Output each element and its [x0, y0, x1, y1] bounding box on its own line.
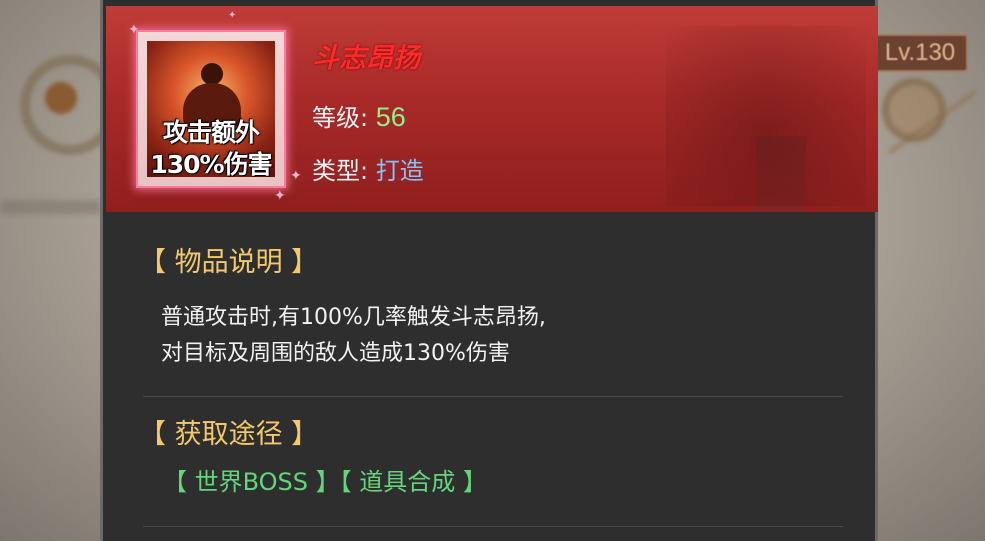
item-type-value: 打造	[375, 157, 424, 185]
background-bar	[0, 200, 100, 214]
icon-figure-head	[201, 63, 223, 85]
flame-warrior-icon: 攻击额外 130%伤害	[147, 41, 275, 177]
sparkle-icon: ✦	[274, 188, 286, 204]
item-type-row: 类型: 打造	[312, 151, 424, 186]
item-level-value: 56	[375, 102, 406, 132]
item-name: 斗志昂扬	[312, 43, 420, 74]
item-header: 攻击额外 130%伤害 ✦ ✦ ✦ ✦ 斗志昂扬 等级: 56 类型: 打造	[106, 6, 878, 212]
background-level-badge: Lv.130	[872, 34, 968, 72]
description-line2: 对目标及周围的敌人造成130%伤害	[161, 341, 510, 366]
section-divider	[143, 526, 843, 527]
sparkle-icon: ✦	[128, 22, 140, 38]
item-type-label: 类型:	[312, 157, 369, 185]
item-level-label: 等级:	[312, 104, 369, 132]
icon-text-line2: 130%伤害	[150, 150, 272, 177]
item-icon-frame[interactable]: 攻击额外 130%伤害	[136, 30, 286, 188]
description-line1: 普通攻击时,有100%几率触发斗志昂扬,	[161, 305, 546, 330]
item-level-row: 等级: 56	[312, 98, 406, 133]
item-tooltip-panel: 攻击额外 130%伤害 ✦ ✦ ✦ ✦ 斗志昂扬 等级: 56 类型: 打造 【…	[100, 0, 878, 541]
sparkle-icon: ✦	[228, 10, 237, 21]
section-divider	[143, 396, 843, 397]
background-orb-left	[45, 82, 77, 114]
icon-text-line1: 攻击额外	[162, 118, 260, 147]
sparkle-icon: ✦	[290, 168, 302, 184]
description-section-title: 【 物品说明 】	[139, 247, 319, 278]
obtain-section-title: 【 获取途径 】	[139, 419, 319, 450]
header-decoration	[756, 136, 806, 212]
obtain-sources[interactable]: 【 世界BOSS 】【 道具合成 】	[163, 462, 487, 497]
